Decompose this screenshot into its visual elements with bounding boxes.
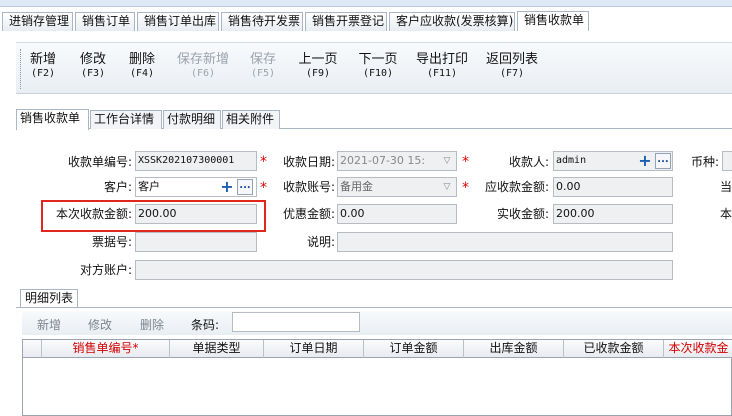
export-print-button[interactable]: 导出打印 (F11) <box>407 53 477 81</box>
receivable-field[interactable]: 0.00 <box>553 177 673 197</box>
payee-browse-button[interactable]: ... <box>655 153 671 169</box>
tab-workbench-details[interactable]: 工作台详情 <box>90 110 162 129</box>
module-tab-receivables[interactable]: 客户应收款(发票核算) <box>389 12 515 31</box>
date-dropdown-icon[interactable]: ▽ <box>440 152 454 170</box>
title-strip <box>0 0 732 7</box>
col-sales-order-no[interactable]: 销售单编号* <box>41 340 169 358</box>
detail-delete-button[interactable]: 删除 <box>140 316 164 333</box>
detail-grid: 销售单编号* 单据类型 订单日期 订单金额 出库金额 已收款金额 本次收款金 <box>22 339 732 416</box>
bill-no-label: 票据号: <box>91 235 132 249</box>
tab-detail-list[interactable]: 明细列表 <box>20 289 78 308</box>
module-tab-sales-outbound[interactable]: 销售订单出库 <box>137 12 219 31</box>
account-field[interactable]: 备用金 <box>337 177 457 197</box>
delete-shortcut: (F4) <box>129 68 155 79</box>
delete-label: 删除 <box>128 52 155 67</box>
receipt-no-label: 收款单编号: <box>67 155 132 169</box>
detail-edit-button[interactable]: 修改 <box>88 316 112 333</box>
current-amount-label: 本次收款金额: <box>55 207 132 221</box>
module-tab-invoice-register[interactable]: 销售开票登记 <box>305 12 387 31</box>
module-tab-sales-receipt[interactable]: 销售收款单 <box>517 11 589 31</box>
module-tab-pending-invoice[interactable]: 销售待开发票 <box>221 12 303 31</box>
right-cut-label-1: 当 <box>719 180 732 194</box>
tab-sales-receipt[interactable]: 销售收款单 <box>16 109 89 130</box>
customer-required-mark: * <box>260 180 267 196</box>
note-label: 说明: <box>306 235 335 249</box>
tab-attachments[interactable]: 相关附件 <box>222 110 280 129</box>
export-print-label: 导出打印 <box>415 52 468 67</box>
counter-account-field[interactable] <box>135 260 673 280</box>
bill-no-field[interactable] <box>135 232 257 252</box>
date-required-mark: * <box>462 154 469 170</box>
actual-amount-label: 实收金额: <box>496 207 549 221</box>
discount-label: 优惠金额: <box>282 207 335 221</box>
currency-field[interactable] <box>722 151 732 171</box>
module-tab-bar: 进销存管理 销售订单 销售订单出库 销售待开发票 销售开票登记 客户应收款(发票… <box>0 0 732 31</box>
back-to-list-button[interactable]: 返回列表 (F7) <box>477 53 547 81</box>
col-document-type[interactable]: 单据类型 <box>169 340 263 358</box>
next-page-button[interactable]: 下一页 (F10) <box>343 53 413 81</box>
receipt-date-label: 收款日期: <box>282 155 335 169</box>
col-order-amount[interactable]: 订单金额 <box>363 340 463 358</box>
receivable-label: 应收款金额: <box>484 180 549 194</box>
row-indicator-header <box>23 340 41 358</box>
module-tab-sales-order[interactable]: 销售订单 <box>75 12 135 31</box>
grid-header: 销售单编号* 单据类型 订单日期 订单金额 出库金额 已收款金额 本次收款金 <box>23 340 732 358</box>
next-page-shortcut: (F10) <box>362 68 394 79</box>
main-toolbar: 新增 (F2) 修改 (F3) 删除 (F4) 保存新增 (F6) 保存 (F5) 上一页… <box>16 42 732 94</box>
actual-amount-field[interactable]: 200.00 <box>553 204 673 224</box>
col-received-amount[interactable]: 已收款金额 <box>563 340 663 358</box>
col-current-receipt-amount[interactable]: 本次收款金 <box>663 340 732 358</box>
account-dropdown-icon[interactable]: ▽ <box>440 178 454 196</box>
form-tab-bar: 销售收款单 工作台详情 付款明细 相关附件 <box>16 109 732 130</box>
barcode-label: 条码: <box>191 318 220 332</box>
back-to-list-shortcut: (F7) <box>499 68 525 79</box>
receipt-no-field[interactable]: XSSK202107300001 <box>135 151 257 171</box>
payee-label: 收款人: <box>508 155 549 169</box>
barcode-input[interactable] <box>232 312 360 332</box>
right-cut-label-2: 本 <box>719 207 732 221</box>
current-amount-field[interactable]: 200.00 <box>135 204 257 224</box>
payee-add-icon[interactable]: + <box>637 153 653 169</box>
customer-label: 客户: <box>103 180 132 194</box>
detail-add-button[interactable]: 新增 <box>37 316 61 333</box>
currency-label: 币种: <box>690 155 719 169</box>
customer-browse-button[interactable]: ... <box>237 179 253 195</box>
tab-payment-details[interactable]: 付款明细 <box>163 110 221 129</box>
account-required-mark: * <box>462 180 469 196</box>
export-print-shortcut: (F11) <box>426 68 458 79</box>
col-outbound-amount[interactable]: 出库金额 <box>463 340 563 358</box>
detail-divider <box>16 307 732 308</box>
customer-add-icon[interactable]: + <box>219 179 235 195</box>
discount-field[interactable]: 0.00 <box>337 204 457 224</box>
receipt-date-field[interactable]: 2021-07-30 15: <box>337 151 457 171</box>
account-label: 收款账号: <box>282 180 335 194</box>
delete-button[interactable]: 删除 (F4) <box>107 53 177 81</box>
back-to-list-label: 返回列表 <box>485 52 538 67</box>
counter-account-label: 对方账户: <box>79 263 132 277</box>
next-page-label: 下一页 <box>358 52 398 67</box>
module-tab-inventory[interactable]: 进销存管理 <box>2 12 73 31</box>
note-field[interactable] <box>337 232 673 252</box>
detail-toolbar: 新增 修改 删除 条码: <box>22 311 732 335</box>
col-order-date[interactable]: 订单日期 <box>263 340 363 358</box>
receipt-no-required-mark: * <box>260 154 267 170</box>
